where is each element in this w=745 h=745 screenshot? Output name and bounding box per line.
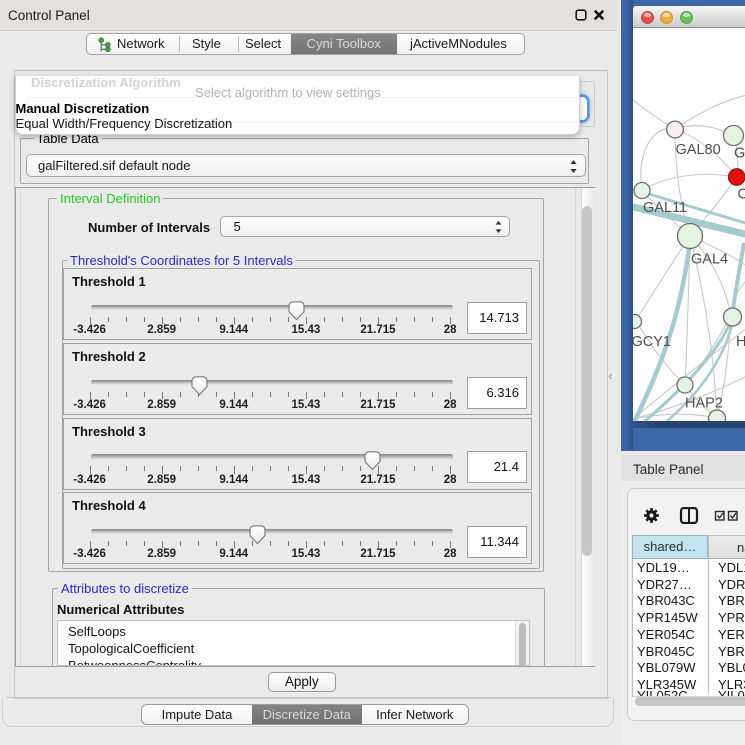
svg-text:HAP2: HAP2 xyxy=(685,395,723,411)
svg-text:HIS: HIS xyxy=(736,334,745,350)
svg-text:CYC: CYC xyxy=(738,186,745,202)
svg-text:GAL80: GAL80 xyxy=(676,142,721,158)
svg-text:GAL7: GAL7 xyxy=(734,145,745,161)
svg-text:GCY1: GCY1 xyxy=(633,334,671,350)
svg-text:GAL11: GAL11 xyxy=(643,200,687,216)
svg-text:GAL4: GAL4 xyxy=(691,251,728,267)
